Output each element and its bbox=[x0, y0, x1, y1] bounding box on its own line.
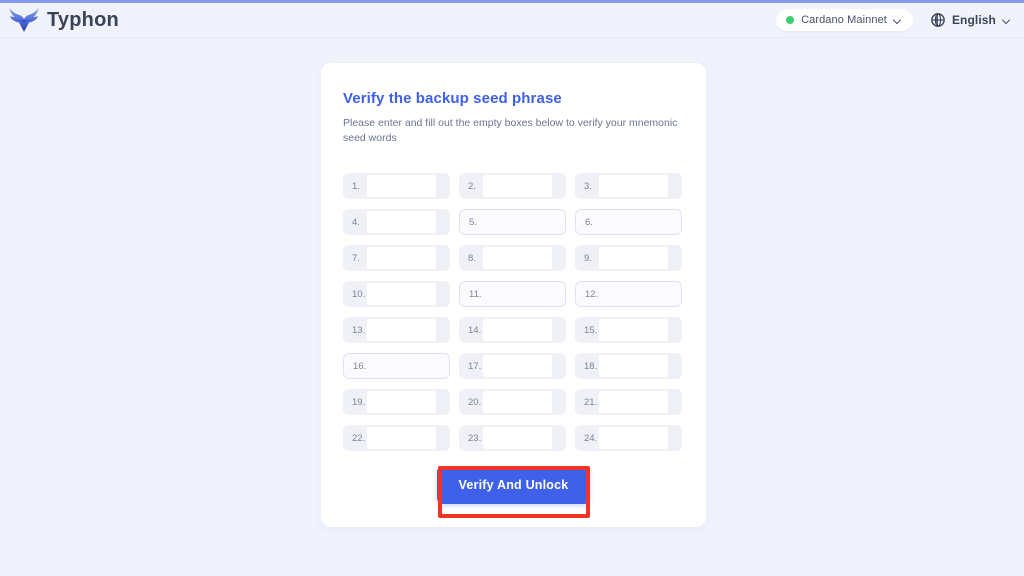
seed-word-index: 13. bbox=[352, 324, 366, 336]
seed-word-cell: 13. bbox=[343, 317, 450, 344]
seed-word-cell: 14. bbox=[459, 317, 566, 344]
language-selector[interactable]: English bbox=[931, 13, 1012, 27]
seed-word-cell: 3. bbox=[575, 173, 682, 200]
seed-word-index: 3. bbox=[584, 180, 592, 192]
seed-word-cell: 18. bbox=[575, 353, 682, 380]
typhon-bull-logo-icon bbox=[9, 8, 39, 32]
seed-word-index: 22. bbox=[352, 432, 366, 444]
page-title: Verify the backup seed phrase bbox=[343, 90, 562, 107]
seed-word-input-surface bbox=[367, 211, 436, 234]
seed-word-cell: 19. bbox=[343, 389, 450, 416]
verify-seed-phrase-card: Verify the backup seed phrase Please ent… bbox=[321, 63, 706, 527]
seed-word-input-surface bbox=[599, 247, 668, 270]
app-header: Typhon Cardano Mainnet English bbox=[0, 3, 1024, 38]
seed-word-index: 17. bbox=[468, 360, 482, 372]
seed-word-cell: 10. bbox=[343, 281, 450, 308]
seed-word-input-surface bbox=[599, 319, 668, 342]
seed-word-cell: 20. bbox=[459, 389, 566, 416]
seed-word-index: 12. bbox=[585, 288, 599, 300]
seed-word-input-surface bbox=[483, 319, 552, 342]
seed-word-index: 11. bbox=[469, 288, 482, 300]
seed-word-index: 19. bbox=[352, 396, 366, 408]
seed-word-index: 8. bbox=[468, 252, 476, 264]
seed-word-input-surface bbox=[367, 319, 436, 342]
seed-word-index: 15. bbox=[584, 324, 598, 336]
seed-word-input-surface bbox=[367, 175, 436, 198]
brand-name: Typhon bbox=[47, 8, 119, 31]
card-subtitle: Please enter and fill out the empty boxe… bbox=[343, 117, 678, 145]
seed-word-cell: 23. bbox=[459, 425, 566, 452]
seed-word-index: 6. bbox=[585, 216, 593, 228]
seed-word-input-surface bbox=[599, 427, 668, 450]
globe-icon bbox=[931, 13, 945, 27]
seed-word-cell[interactable]: 11. bbox=[459, 281, 566, 308]
seed-word-cell[interactable]: 5. bbox=[459, 209, 566, 236]
seed-word-input-surface bbox=[483, 175, 552, 198]
seed-word-cell: 2. bbox=[459, 173, 566, 200]
verify-and-unlock-button[interactable]: Verify And Unlock bbox=[436, 466, 591, 504]
seed-word-index: 18. bbox=[584, 360, 598, 372]
seed-word-index: 23. bbox=[468, 432, 482, 444]
seed-word-index: 7. bbox=[352, 252, 360, 264]
seed-word-input-surface bbox=[599, 391, 668, 414]
seed-word-cell: 21. bbox=[575, 389, 682, 416]
seed-word-input-surface bbox=[483, 391, 552, 414]
seed-word-cell[interactable]: 6. bbox=[575, 209, 682, 236]
network-label: Cardano Mainnet bbox=[801, 14, 887, 26]
seed-word-cell[interactable]: 12. bbox=[575, 281, 682, 308]
seed-word-input-surface bbox=[599, 355, 668, 378]
seed-word-cell: 4. bbox=[343, 209, 450, 236]
seed-word-index: 24. bbox=[584, 432, 598, 444]
seed-word-index: 2. bbox=[468, 180, 476, 192]
language-label: English bbox=[951, 13, 996, 27]
seed-word-input-surface bbox=[599, 175, 668, 198]
seed-word-input-surface bbox=[483, 427, 552, 450]
network-selector[interactable]: Cardano Mainnet bbox=[776, 9, 913, 31]
seed-word-cell: 15. bbox=[575, 317, 682, 344]
seed-word-cell: 17. bbox=[459, 353, 566, 380]
seed-word-input-surface bbox=[483, 355, 552, 378]
status-dot-icon bbox=[786, 16, 795, 24]
seed-word-index: 9. bbox=[584, 252, 592, 264]
seed-word-input-surface bbox=[367, 247, 436, 270]
seed-word-input-surface bbox=[483, 247, 552, 270]
seed-word-cell: 7. bbox=[343, 245, 450, 272]
seed-word-input-surface bbox=[367, 391, 436, 414]
seed-word-index: 20. bbox=[468, 396, 482, 408]
brand: Typhon bbox=[8, 6, 119, 34]
seed-word-cell[interactable]: 16. bbox=[343, 353, 450, 380]
card-footer: Verify And Unlock bbox=[321, 466, 706, 504]
seed-word-cell: 8. bbox=[459, 245, 566, 272]
seed-word-index: 4. bbox=[352, 216, 360, 228]
seed-word-index: 14. bbox=[468, 324, 482, 336]
seed-word-index: 5. bbox=[469, 216, 477, 228]
seed-word-cell: 9. bbox=[575, 245, 682, 272]
seed-word-index: 10. bbox=[352, 288, 366, 300]
seed-word-index: 21. bbox=[584, 396, 598, 408]
seed-word-cell: 22. bbox=[343, 425, 450, 452]
seed-word-cell: 1. bbox=[343, 173, 450, 200]
seed-word-index: 1. bbox=[352, 180, 360, 192]
header-controls: Cardano Mainnet English bbox=[776, 9, 1012, 31]
seed-word-input-surface bbox=[367, 283, 436, 306]
seed-word-index: 16. bbox=[353, 360, 367, 372]
seed-word-grid: 1. 2. 3. 4. 5. 6. 7. 8. 9. 10. 11. 12. 13. 14. 15. 16. 1… bbox=[343, 173, 684, 452]
chevron-down-icon bbox=[1003, 16, 1012, 25]
seed-word-cell: 24. bbox=[575, 425, 682, 452]
seed-word-input-surface bbox=[367, 427, 436, 450]
chevron-down-icon bbox=[894, 16, 903, 25]
